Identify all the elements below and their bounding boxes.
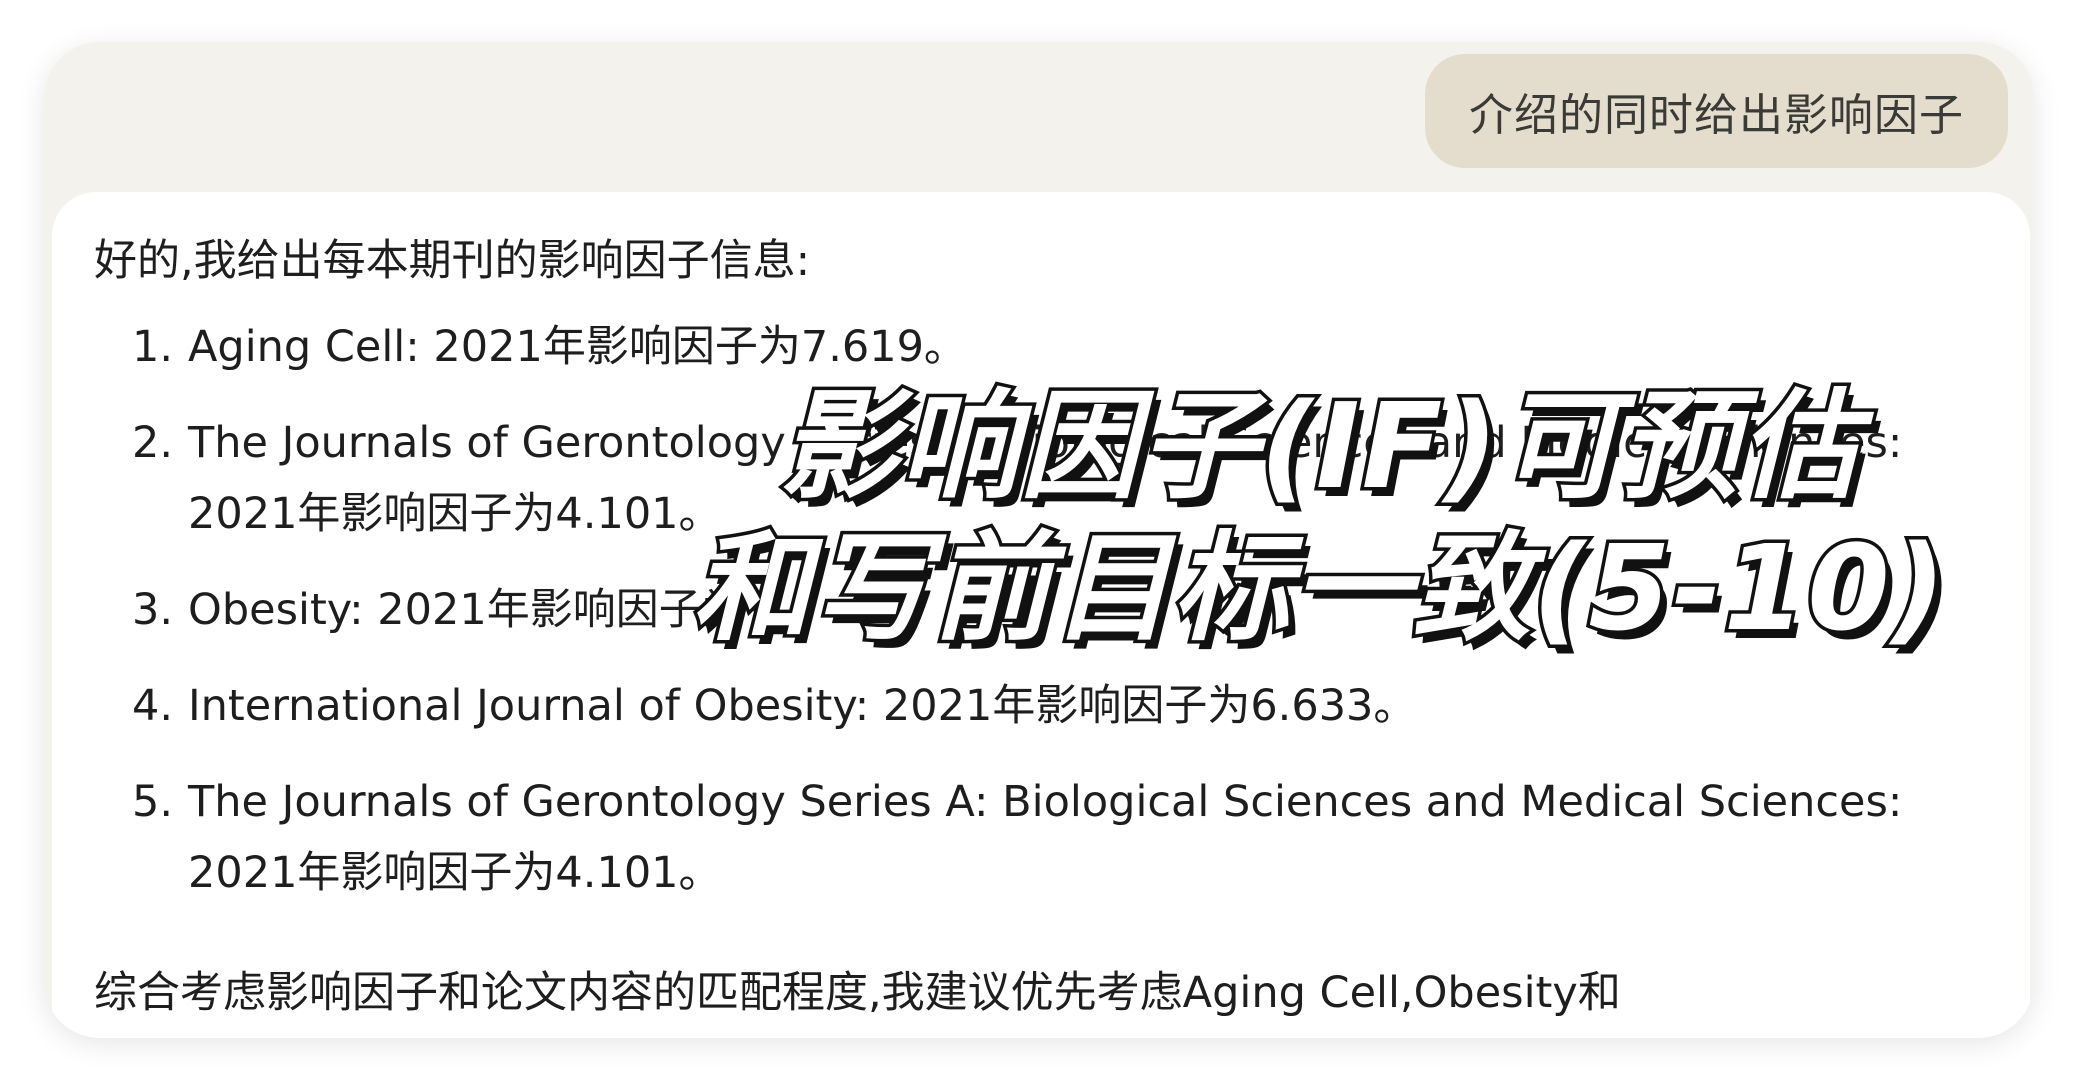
- list-item-number: 1.: [132, 322, 174, 372]
- list-item-text: Obesity: 2021年影响因子为: [188, 585, 745, 635]
- list-item-number: 2.: [132, 418, 174, 468]
- list-item-number: 5.: [132, 777, 174, 827]
- list-item-number: 3.: [132, 585, 174, 635]
- assistant-reply-card: 好的,我给出每本期刊的影响因子信息: 1. Aging Cell: 2021年影…: [52, 192, 2030, 1038]
- list-item: 5. The Journals of Gerontology Series A:…: [132, 767, 1992, 909]
- reply-intro: 好的,我给出每本期刊的影响因子信息:: [94, 236, 811, 286]
- chat-window: 介绍的同时给出影响因子 好的,我给出每本期刊的影响因子信息: 1. Aging …: [44, 42, 2034, 1038]
- list-item-number: 4.: [132, 681, 174, 731]
- screenshot-stage: 介绍的同时给出影响因子 好的,我给出每本期刊的影响因子信息: 1. Aging …: [0, 0, 2080, 1080]
- reply-summary: 综合考虑影响因子和论文内容的匹配程度,我建议优先考虑Aging Cell,Obe…: [94, 968, 1621, 1018]
- user-message-text: 介绍的同时给出影响因子: [1469, 90, 1964, 141]
- list-item-text: The Journals of Gerontology Series A: Bi…: [188, 777, 1903, 898]
- journal-list: 1. Aging Cell: 2021年影响因子为7.619。 2. The J…: [132, 312, 1992, 934]
- list-item-text: International Journal of Obesity: 2021年影…: [188, 681, 1417, 731]
- list-item: 2. The Journals of Gerontology Series A:…: [132, 408, 1992, 550]
- list-item: 3. Obesity: 2021年影响因子为: [132, 575, 1992, 646]
- list-item-text: Aging Cell: 2021年影响因子为7.619。: [188, 322, 967, 372]
- list-item: 4. International Journal of Obesity: 202…: [132, 671, 1992, 742]
- user-message-bubble: 介绍的同时给出影响因子: [1425, 54, 2008, 168]
- list-item: 1. Aging Cell: 2021年影响因子为7.619。: [132, 312, 1992, 383]
- list-item-text: The Journals of Gerontology Series A: Bi…: [188, 418, 1903, 539]
